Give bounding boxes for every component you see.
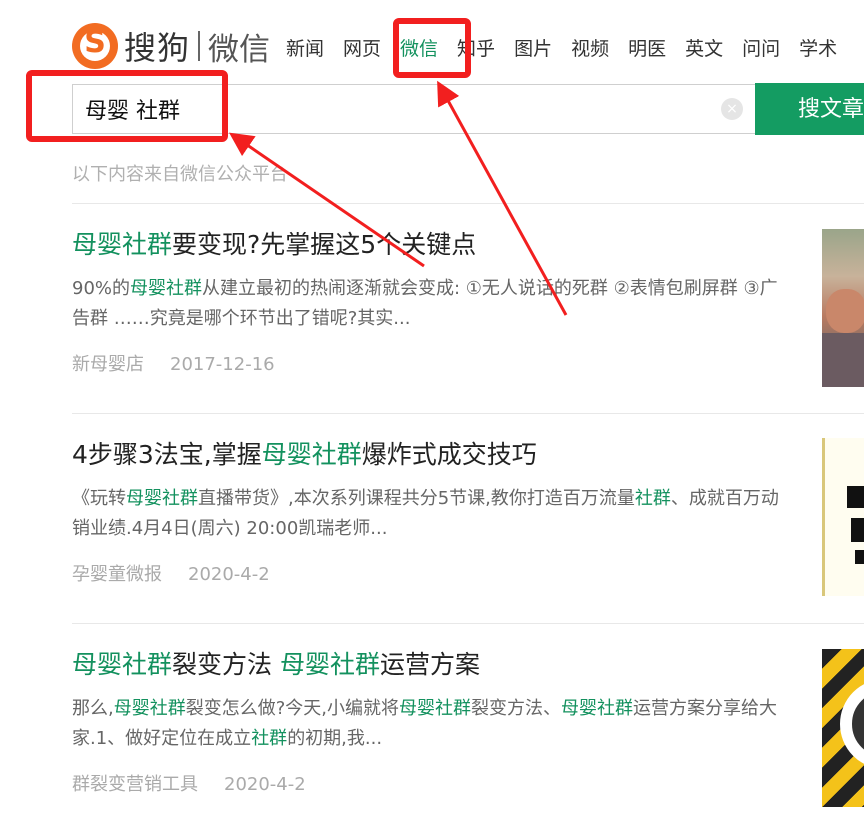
result-account[interactable]: 新母婴店	[72, 354, 144, 375]
text-segment: 的初期,我...	[287, 728, 383, 749]
divider	[72, 623, 864, 624]
nav-tab-1[interactable]: 网页	[343, 34, 381, 61]
result-account[interactable]: 孕婴童微报	[72, 564, 162, 585]
text-segment: 《玩转	[72, 488, 126, 509]
text-segment: 那么,	[72, 698, 114, 719]
keyword-highlight: 社群	[634, 488, 671, 509]
nav-tab-9[interactable]: 学术	[799, 34, 837, 61]
result-item-3: 母婴社群裂变方法 母婴社群运营方案 那么,母婴社群裂变怎么做?今天,小编就将母婴…	[72, 648, 864, 796]
keyword-highlight: 母婴社群	[126, 488, 198, 509]
nav-tab-4[interactable]: 图片	[514, 34, 552, 61]
thumbnail-face	[826, 289, 864, 333]
result-thumbnail[interactable]	[822, 649, 864, 807]
sogou-logo-icon	[72, 23, 118, 69]
result-title[interactable]: 母婴社群裂变方法 母婴社群运营方案	[72, 648, 864, 682]
result-meta: 群裂变营销工具 2020-4-2	[72, 770, 864, 796]
keyword-highlight: 母婴社群	[261, 440, 362, 469]
thumbnail-glyph	[847, 486, 864, 508]
thumbnail-shirt	[822, 333, 864, 387]
nav-tab-7[interactable]: 英文	[685, 34, 723, 61]
keyword-highlight: 母婴社群	[561, 698, 634, 719]
annotation-box-search-query	[26, 70, 228, 142]
divider	[72, 413, 864, 414]
nav-tab-6[interactable]: 明医	[628, 34, 666, 61]
text-segment: 裂变怎么做?今天,小编就将	[185, 698, 400, 719]
result-meta: 孕婴童微报 2020-4-2	[72, 560, 864, 586]
nav-tab-5[interactable]: 视频	[571, 34, 609, 61]
sogou-logo[interactable]: 搜狗 微信	[72, 22, 270, 70]
result-item-1: 母婴社群要变现?先掌握这5个关键点 90%的母婴社群从建立最初的热闹逐渐就会变成…	[72, 228, 864, 376]
clear-icon[interactable]: ×	[721, 98, 743, 120]
keyword-highlight: 社群	[251, 728, 288, 749]
result-item-2: 4步骤3法宝,掌握母婴社群爆炸式成交技巧 《玩转母婴社群直播带货》,本次系列课程…	[72, 438, 864, 586]
source-note: 以下内容来自微信公众平台	[72, 164, 288, 185]
search-articles-button[interactable]: 搜文章	[755, 83, 864, 135]
text-segment: 裂变方法	[172, 650, 280, 679]
result-thumbnail[interactable]	[822, 229, 864, 387]
result-title[interactable]: 母婴社群要变现?先掌握这5个关键点	[72, 228, 864, 262]
text-segment: 90%的	[72, 278, 131, 299]
nav-tab-0[interactable]: 新闻	[286, 34, 324, 61]
keyword-highlight: 母婴社群	[72, 230, 173, 259]
text-segment: 裂变方法、	[471, 698, 562, 719]
result-thumbnail[interactable]	[822, 438, 864, 596]
keyword-highlight: 母婴社群	[279, 650, 380, 679]
thumbnail-glyph	[851, 518, 864, 542]
logo-divider	[198, 31, 201, 61]
result-date: 2020-4-2	[188, 564, 270, 585]
keyword-highlight: 母婴社群	[130, 278, 203, 299]
result-meta: 新母婴店 2017-12-16	[72, 350, 864, 376]
result-date: 2017-12-16	[170, 354, 275, 375]
product-name: 微信	[208, 31, 271, 68]
keyword-highlight: 母婴社群	[72, 650, 173, 679]
result-summary: 90%的母婴社群从建立最初的热闹逐渐就会变成: ①无人说话的死群 ②表情包刷屏群…	[72, 274, 792, 334]
thumbnail-ring	[840, 679, 864, 769]
result-summary: 《玩转母婴社群直播带货》,本次系列课程共分5节课,教你打造百万流量社群、成就百万…	[72, 484, 792, 544]
nav-tab-8[interactable]: 问问	[742, 34, 780, 61]
text-segment: 直播带货》,本次系列课程共分5节课,教你打造百万流量	[198, 488, 635, 509]
thumbnail-glyph	[855, 550, 864, 564]
result-summary: 那么,母婴社群裂变怎么做?今天,小编就将母婴社群裂变方法、母婴社群运营方案分享给…	[72, 694, 792, 754]
annotation-box-wechat-tab	[393, 18, 471, 78]
keyword-highlight: 母婴社群	[113, 698, 186, 719]
keyword-highlight: 母婴社群	[399, 698, 472, 719]
result-title[interactable]: 4步骤3法宝,掌握母婴社群爆炸式成交技巧	[72, 438, 864, 472]
result-account[interactable]: 群裂变营销工具	[72, 774, 198, 795]
text-segment: 4步骤3法宝,掌握	[72, 440, 262, 469]
result-date: 2020-4-2	[224, 774, 306, 795]
divider	[72, 203, 864, 204]
text-segment: 要变现?先掌握这5个关键点	[172, 230, 477, 259]
text-segment: 运营方案	[379, 650, 480, 679]
brand-name: 搜狗	[124, 29, 191, 67]
top-nav: 新闻 网页 微信 知乎 图片 视频 明医 英文 问问 学术	[286, 34, 856, 61]
text-segment: 爆炸式成交技巧	[361, 440, 537, 469]
